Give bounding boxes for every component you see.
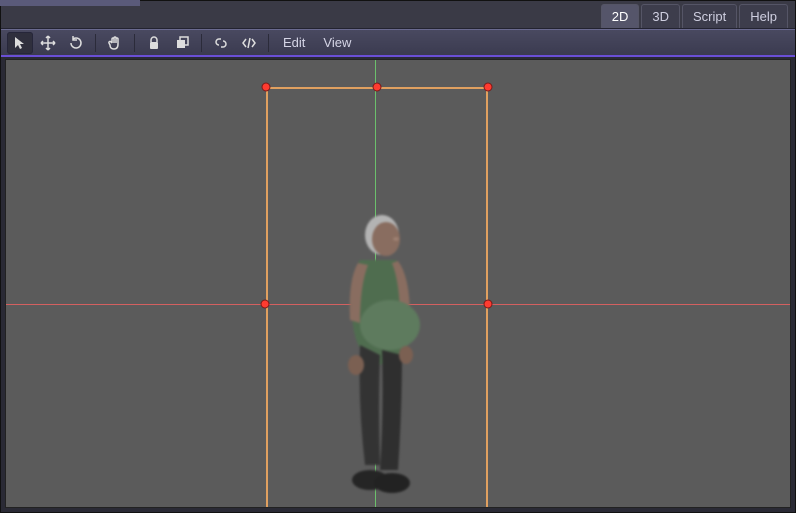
handle-top-left[interactable] <box>262 83 271 92</box>
handle-mid-left[interactable] <box>261 300 270 309</box>
editor-root: 2D 3D Script Help Edi <box>0 0 796 513</box>
handle-top-mid[interactable] <box>373 83 382 92</box>
menu-view[interactable]: View <box>315 35 359 50</box>
rotate-tool[interactable] <box>63 32 89 54</box>
code-icon <box>241 35 257 51</box>
toolbar-separator <box>201 34 202 52</box>
lock-icon <box>146 35 162 51</box>
hand-icon <box>107 35 123 51</box>
group-select-tool[interactable] <box>169 32 195 54</box>
tab-2d[interactable]: 2D <box>601 4 640 28</box>
title-strip <box>0 0 140 6</box>
lock-tool[interactable] <box>141 32 167 54</box>
snap-config-tool[interactable] <box>236 32 262 54</box>
tab-3d[interactable]: 3D <box>641 4 680 28</box>
handle-mid-right[interactable] <box>484 300 493 309</box>
toolbar-separator <box>95 34 96 52</box>
menu-edit[interactable]: Edit <box>275 35 313 50</box>
pan-tool[interactable] <box>102 32 128 54</box>
group-icon <box>174 35 190 51</box>
viewport-2d[interactable] <box>5 59 791 508</box>
tab-help[interactable]: Help <box>739 4 788 28</box>
link-icon <box>213 35 229 51</box>
selection-box[interactable] <box>266 87 488 508</box>
handle-top-right[interactable] <box>484 83 493 92</box>
toolbar-separator <box>134 34 135 52</box>
move-tool[interactable] <box>35 32 61 54</box>
move-icon <box>40 35 56 51</box>
cursor-icon <box>12 35 28 51</box>
tab-script[interactable]: Script <box>682 4 737 28</box>
viewport-toolbar: Edit View <box>1 29 795 57</box>
rotate-icon <box>68 35 84 51</box>
toolbar-separator <box>268 34 269 52</box>
select-tool[interactable] <box>7 32 33 54</box>
snap-tool[interactable] <box>208 32 234 54</box>
